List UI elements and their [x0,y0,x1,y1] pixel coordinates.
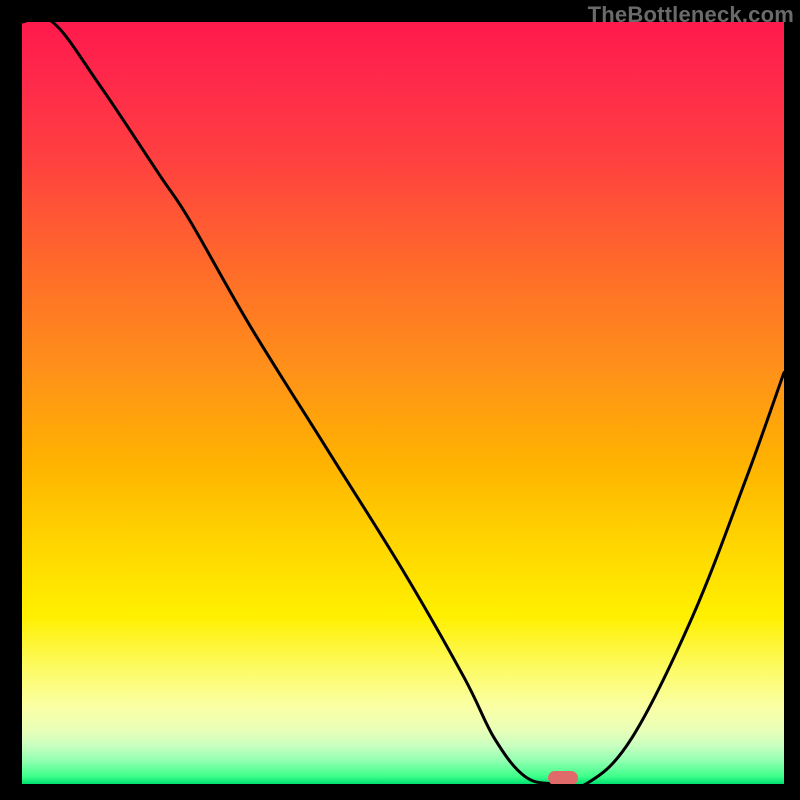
curve-path [22,22,784,784]
optimal-point-marker [548,771,578,784]
chart-frame: TheBottleneck.com [0,0,800,800]
bottleneck-curve [22,22,784,784]
plot-area [22,22,784,784]
watermark-text: TheBottleneck.com [588,2,794,28]
